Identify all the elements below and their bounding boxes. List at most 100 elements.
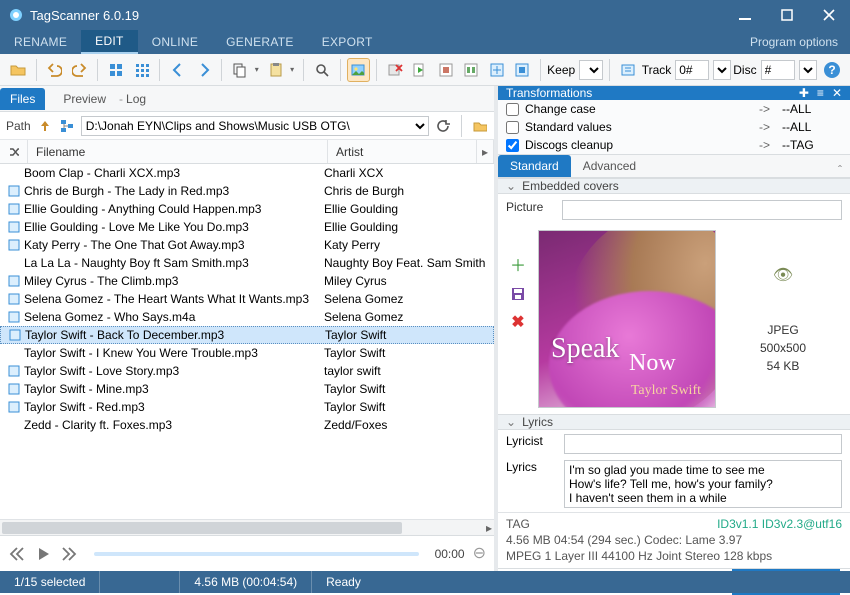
lyrics-label: Lyrics [506, 460, 556, 508]
shuffle-column-header[interactable] [0, 140, 28, 163]
settings-transformation-icon[interactable]: ≡ [817, 86, 824, 100]
file-row[interactable]: Zedd - Clarity ft. Foxes.mp3Zedd/Foxes [0, 416, 494, 434]
more-columns-button[interactable]: ▸ [477, 140, 494, 163]
next-button[interactable] [192, 58, 216, 82]
player-time: 00:00 [435, 547, 465, 561]
file-name: Selena Gomez - The Heart Wants What It W… [24, 292, 324, 306]
file-row[interactable]: Chris de Burgh - The Lady in Red.mp3Chri… [0, 182, 494, 200]
lyrics-textarea[interactable] [564, 460, 842, 508]
minimize-button[interactable] [724, 0, 766, 30]
maximize-button[interactable] [766, 0, 808, 30]
file-row[interactable]: Taylor Swift - Love Story.mp3taylor swif… [0, 362, 494, 380]
add-transformation-icon[interactable]: ✚ [799, 86, 809, 100]
prev-button[interactable] [166, 58, 190, 82]
small-icons-button[interactable] [130, 58, 154, 82]
program-options-link[interactable]: Program options [738, 30, 850, 54]
keep-select[interactable] [579, 60, 603, 80]
add-cover-icon[interactable]: ＋ [510, 252, 526, 276]
file-row[interactable]: Selena Gomez - Who Says.m4aSelena Gomez [0, 308, 494, 326]
tab-preview[interactable]: Preview [53, 88, 116, 110]
action1-button[interactable] [434, 58, 458, 82]
picture-input[interactable] [562, 200, 842, 220]
transformation-checkbox[interactable] [506, 139, 519, 152]
file-row[interactable]: Taylor Swift - Red.mp3Taylor Swift [0, 398, 494, 416]
open-folder-button[interactable] [6, 58, 30, 82]
lyrics-section-header[interactable]: ⌄ Lyrics [498, 414, 850, 430]
file-artist: taylor swift [324, 364, 490, 378]
tab-standard[interactable]: Standard [498, 155, 571, 177]
tab-advanced[interactable]: Advanced [571, 155, 648, 177]
player-play-button[interactable] [34, 545, 52, 563]
menu-export[interactable]: EXPORT [308, 30, 387, 54]
transformation-checkbox[interactable] [506, 121, 519, 134]
seek-bar[interactable] [94, 552, 419, 556]
file-row[interactable]: Boom Clap - Charli XCX.mp3Charli XCX [0, 164, 494, 182]
remove-cover-icon[interactable]: ✖ [511, 312, 524, 332]
track-select[interactable] [713, 60, 731, 80]
player-stop-button[interactable]: ⊖ [473, 546, 486, 562]
folder-tree-icon[interactable] [59, 118, 75, 134]
status-selection: 1/15 selected [0, 571, 100, 593]
menu-rename[interactable]: RENAME [0, 30, 81, 54]
disc-select[interactable] [799, 60, 817, 80]
disc-label: Disc [733, 63, 756, 77]
keep-label: Keep [547, 63, 575, 77]
file-row[interactable]: Taylor Swift - Mine.mp3Taylor Swift [0, 380, 494, 398]
covers-section-header[interactable]: ⌄ Embedded covers [498, 178, 850, 194]
action3-button[interactable] [485, 58, 509, 82]
menu-generate[interactable]: GENERATE [212, 30, 308, 54]
disc-input[interactable] [761, 60, 795, 80]
close-transformation-icon[interactable]: ✕ [832, 86, 842, 100]
file-row[interactable]: Miley Cyrus - The Climb.mp3Miley Cyrus [0, 272, 494, 290]
file-name: Zedd - Clarity ft. Foxes.mp3 [24, 418, 324, 432]
refresh-icon[interactable] [435, 118, 451, 134]
transformation-row[interactable]: Change case->--ALL [498, 100, 850, 118]
file-row[interactable]: Ellie Goulding - Love Me Like You Do.mp3… [0, 218, 494, 236]
horizontal-scrollbar[interactable]: ▸ [0, 519, 494, 535]
up-folder-icon[interactable] [37, 118, 53, 134]
redo-button[interactable] [68, 58, 92, 82]
transformation-row[interactable]: Discogs cleanup->--TAG [498, 136, 850, 154]
help-button[interactable]: ? [821, 58, 845, 82]
file-artist: Selena Gomez [324, 310, 490, 324]
tab-files[interactable]: Files [0, 88, 45, 110]
explorer-icon[interactable] [472, 118, 488, 134]
file-row[interactable]: Taylor Swift - Back To December.mp3Taylo… [0, 326, 494, 344]
artist-column-header[interactable]: Artist [328, 140, 477, 163]
search-button[interactable] [310, 58, 334, 82]
action4-button[interactable] [511, 58, 535, 82]
cover-image[interactable]: Speak Now Taylor Swift [538, 230, 716, 408]
transformation-row[interactable]: Standard values->--ALL [498, 118, 850, 136]
file-row[interactable]: Ellie Goulding - Anything Could Happen.m… [0, 200, 494, 218]
player-next-button[interactable] [60, 545, 78, 563]
scroll-up-icon[interactable]: ˆ [830, 163, 850, 177]
file-row[interactable]: La La La - Naughty Boy ft Sam Smith.mp3N… [0, 254, 494, 272]
action2-button[interactable] [460, 58, 484, 82]
file-list[interactable]: Boom Clap - Charli XCX.mp3Charli XCXChri… [0, 164, 494, 519]
tag-info-button[interactable] [616, 58, 640, 82]
file-artist: Charli XCX [324, 166, 490, 180]
remove-tag-button[interactable] [383, 58, 407, 82]
tab-log[interactable]: Log [126, 88, 156, 110]
save-cover-icon[interactable] [510, 286, 526, 302]
cover-dimensions: 500x500 [760, 341, 806, 355]
path-select[interactable]: D:\Jonah EYN\Clips and Shows\Music USB O… [81, 116, 429, 136]
preview-eye-icon[interactable]: 👁 [773, 265, 793, 285]
menu-edit[interactable]: EDIT [81, 30, 138, 54]
menu-online[interactable]: ONLINE [138, 30, 212, 54]
lyricist-input[interactable] [564, 434, 842, 454]
player-prev-button[interactable] [8, 545, 26, 563]
file-row[interactable]: Katy Perry - The One That Got Away.mp3Ka… [0, 236, 494, 254]
paste-dropdown-button[interactable] [264, 58, 297, 82]
large-icons-button[interactable] [104, 58, 128, 82]
close-button[interactable] [808, 0, 850, 30]
file-row[interactable]: Taylor Swift - I Knew You Were Trouble.m… [0, 344, 494, 362]
track-input[interactable] [675, 60, 709, 80]
undo-button[interactable] [42, 58, 66, 82]
file-row[interactable]: Selena Gomez - The Heart Wants What It W… [0, 290, 494, 308]
filename-column-header[interactable]: Filename [28, 140, 328, 163]
picture-toggle-button[interactable] [347, 58, 371, 82]
play-file-button[interactable] [409, 58, 433, 82]
copy-dropdown-button[interactable] [228, 58, 261, 82]
transformation-checkbox[interactable] [506, 103, 519, 116]
